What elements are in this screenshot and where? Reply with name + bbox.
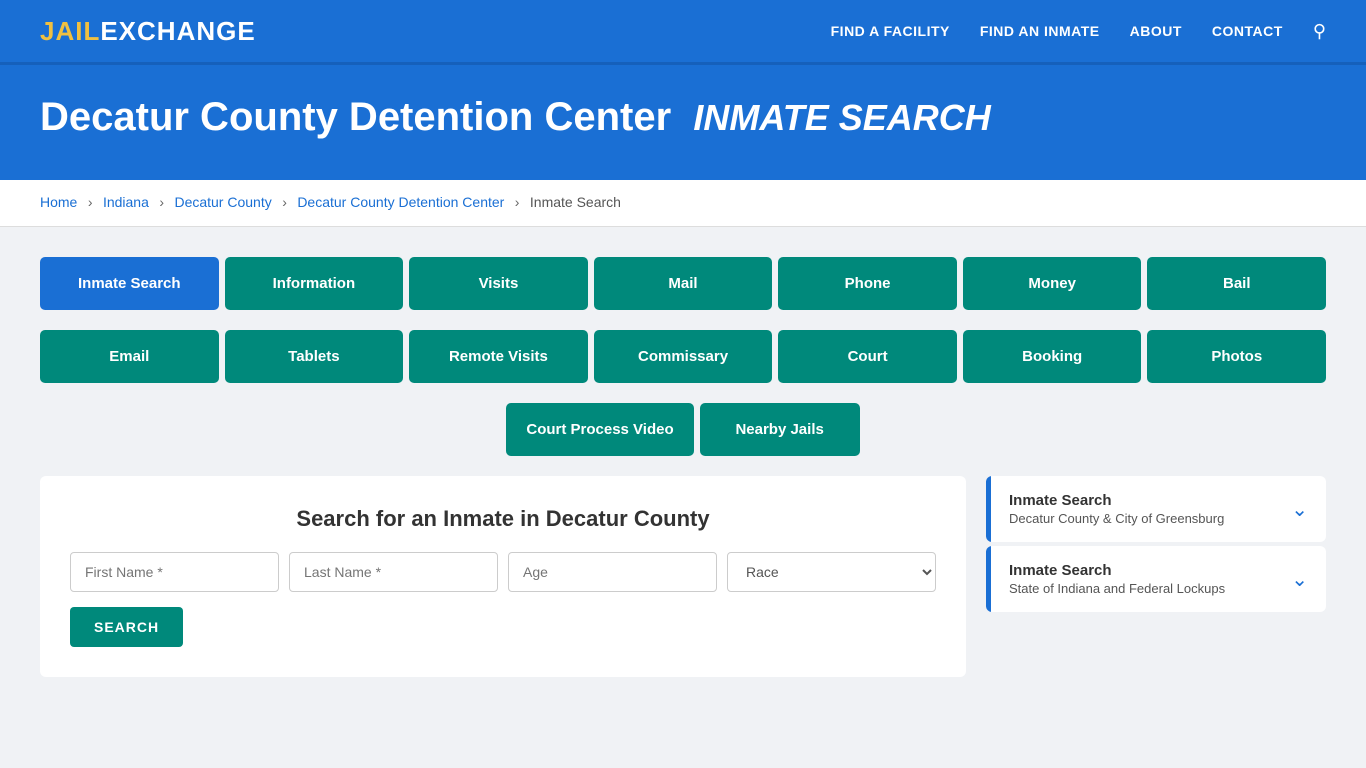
tab-photos[interactable]: Photos [1147,330,1326,383]
breadcrumb-indiana[interactable]: Indiana [103,194,149,210]
hero-section: Decatur County Detention Center INMATE S… [0,65,1366,180]
breadcrumb-home[interactable]: Home [40,194,77,210]
nav-about[interactable]: ABOUT [1130,23,1182,39]
search-icon[interactable]: ⚲ [1313,21,1326,42]
sep1: › [88,194,93,210]
chevron-down-icon: ⌄ [1291,497,1308,522]
tab-mail[interactable]: Mail [594,257,773,310]
breadcrumb: Home › Indiana › Decatur County › Decatu… [0,180,1366,227]
sidebar-card-county-titles: Inmate Search Decatur County & City of G… [1009,492,1224,526]
sep3: › [282,194,287,210]
breadcrumb-current: Inmate Search [530,194,621,210]
tab-money[interactable]: Money [963,257,1142,310]
tab-court-video[interactable]: Court Process Video [506,403,693,456]
facility-name: Decatur County Detention Center [40,95,671,139]
logo-exchange: EXCHANGE [100,16,255,46]
sidebar-card-state-bottom: State of Indiana and Federal Lockups [1009,581,1225,596]
content-area: Search for an Inmate in Decatur County R… [40,476,1326,677]
tab-remote-visits[interactable]: Remote Visits [409,330,588,383]
main-nav: FIND A FACILITY FIND AN INMATE ABOUT CON… [831,21,1326,42]
tab-nearby-jails[interactable]: Nearby Jails [700,403,860,456]
page-title: Decatur County Detention Center INMATE S… [40,95,1326,140]
sep4: › [515,194,520,210]
search-title: Search for an Inmate in Decatur County [70,506,936,532]
search-button[interactable]: SEARCH [70,607,183,647]
age-input[interactable] [508,552,717,592]
chevron-down-icon-2: ⌄ [1291,567,1308,592]
search-card: Search for an Inmate in Decatur County R… [40,476,966,677]
tab-commissary[interactable]: Commissary [594,330,773,383]
nav-contact[interactable]: CONTACT [1212,23,1283,39]
tabs-row-2: Email Tablets Remote Visits Commissary C… [40,330,1326,383]
sidebar-card-county: Inmate Search Decatur County & City of G… [986,476,1326,542]
site-logo[interactable]: JAILEXCHANGE [40,16,256,47]
sidebar-card-county-header[interactable]: Inmate Search Decatur County & City of G… [986,476,1326,542]
tab-inmate-search[interactable]: Inmate Search [40,257,219,310]
tab-email[interactable]: Email [40,330,219,383]
sidebar-card-state-titles: Inmate Search State of Indiana and Feder… [1009,562,1225,596]
name-row: Race White Black Hispanic Asian Other [70,552,936,592]
tab-bail[interactable]: Bail [1147,257,1326,310]
sidebar-card-state-header[interactable]: Inmate Search State of Indiana and Feder… [986,546,1326,612]
nav-find-inmate[interactable]: FIND AN INMATE [980,23,1100,39]
main-content: Inmate Search Information Visits Mail Ph… [0,227,1366,707]
sidebar-card-county-bottom: Decatur County & City of Greensburg [1009,511,1224,526]
tabs-row-3: Court Process Video Nearby Jails [40,403,1326,456]
sidebar-card-county-top: Inmate Search [1009,492,1224,509]
sidebar: Inmate Search Decatur County & City of G… [986,476,1326,616]
sidebar-card-state: Inmate Search State of Indiana and Feder… [986,546,1326,612]
tab-information[interactable]: Information [225,257,404,310]
tabs-row-1: Inmate Search Information Visits Mail Ph… [40,257,1326,310]
last-name-input[interactable] [289,552,498,592]
breadcrumb-detention-center[interactable]: Decatur County Detention Center [297,194,504,210]
site-header: JAILEXCHANGE FIND A FACILITY FIND AN INM… [0,0,1366,65]
tab-booking[interactable]: Booking [963,330,1142,383]
sep2: › [159,194,164,210]
tab-court[interactable]: Court [778,330,957,383]
tab-visits[interactable]: Visits [409,257,588,310]
sidebar-card-state-top: Inmate Search [1009,562,1225,579]
logo-jail: JAIL [40,16,100,46]
breadcrumb-decatur-county[interactable]: Decatur County [174,194,271,210]
nav-find-facility[interactable]: FIND A FACILITY [831,23,950,39]
tab-phone[interactable]: Phone [778,257,957,310]
race-select[interactable]: Race White Black Hispanic Asian Other [727,552,936,592]
first-name-input[interactable] [70,552,279,592]
tab-tablets[interactable]: Tablets [225,330,404,383]
page-subtitle: INMATE SEARCH [693,97,990,138]
